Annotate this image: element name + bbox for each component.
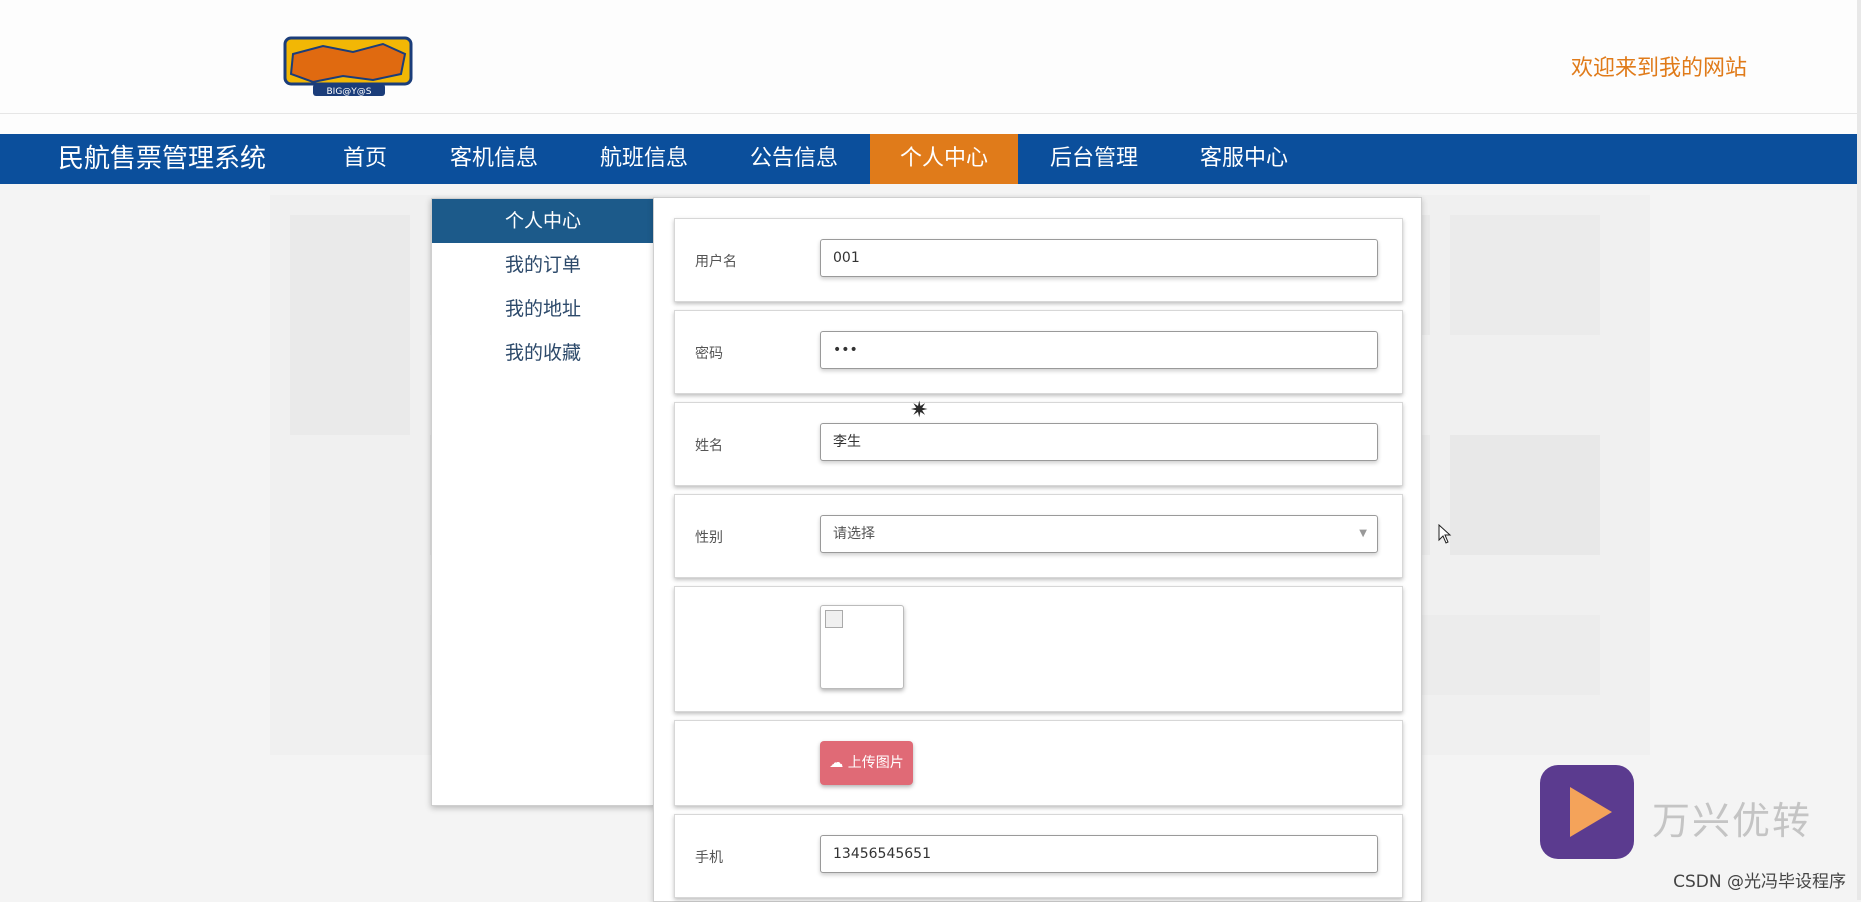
nav-item-aircraft-info[interactable]: 客机信息 <box>420 134 568 184</box>
name-label: 姓名 <box>695 438 723 454</box>
broken-image-icon <box>825 610 843 628</box>
chevron-down-icon: ▼ <box>1359 528 1367 539</box>
form-row-username: 用户名 001 <box>674 218 1403 302</box>
site-logo[interactable]: BIG@Y@S <box>283 34 413 98</box>
welcome-text: 欢迎来到我的网站 <box>1570 56 1747 81</box>
form-row-gender: 性别 请选择 ▼ <box>674 494 1403 578</box>
avatar-image[interactable] <box>820 605 904 689</box>
csdn-credit: CSDN @光冯毕设程序 <box>1673 872 1846 892</box>
profile-form: 用户名 001 密码 ••• 姓名 李生 性别 请选择 ▼ ☁ 上传图片 手机 … <box>653 197 1422 902</box>
username-input[interactable]: 001 <box>820 239 1378 277</box>
watermark-text: 万兴优转 <box>1652 799 1813 843</box>
nav-item-home[interactable]: 首页 <box>312 134 418 184</box>
mouse-cursor-icon <box>1438 524 1452 544</box>
watermark-logo <box>1540 765 1634 859</box>
nav-item-flight-info[interactable]: 航班信息 <box>570 134 718 184</box>
nav-item-admin[interactable]: 后台管理 <box>1020 134 1168 184</box>
gender-select[interactable]: 请选择 ▼ <box>820 515 1378 553</box>
nav-item-personal-center[interactable]: 个人中心 <box>870 134 1018 184</box>
gender-label: 性别 <box>695 530 723 546</box>
nav-menu: 首页 客机信息 航班信息 公告信息 个人中心 后台管理 客服中心 <box>312 134 1320 184</box>
nav-item-announcements[interactable]: 公告信息 <box>720 134 868 184</box>
phone-input[interactable]: 13456545651 <box>820 835 1378 873</box>
header-divider <box>0 113 1861 114</box>
upload-button-label: 上传图片 <box>847 755 904 771</box>
brand-title[interactable]: 民航售票管理系统 <box>58 134 266 184</box>
logo-text: BIG@Y@S <box>326 87 371 97</box>
nav-item-customer-service[interactable]: 客服中心 <box>1170 134 1318 184</box>
sidebar-menu: 个人中心 我的订单 我的地址 我的收藏 <box>431 198 655 806</box>
gender-select-placeholder: 请选择 <box>833 526 875 542</box>
password-input[interactable]: ••• <box>820 331 1378 369</box>
play-icon <box>1570 787 1612 837</box>
sidebar-item-my-favorites[interactable]: 我的收藏 <box>432 331 654 375</box>
password-label: 密码 <box>695 346 723 362</box>
main-navbar: 民航售票管理系统 首页 客机信息 航班信息 公告信息 个人中心 后台管理 客服中… <box>0 134 1861 184</box>
form-row-password: 密码 ••• <box>674 310 1403 394</box>
scrollbar[interactable] <box>1857 0 1861 900</box>
cloud-upload-icon: ☁ <box>829 755 844 771</box>
sidebar-item-my-orders[interactable]: 我的订单 <box>432 243 654 287</box>
sidebar-item-my-addresses[interactable]: 我的地址 <box>432 287 654 331</box>
upload-image-button[interactable]: ☁ 上传图片 <box>820 741 913 785</box>
form-row-avatar <box>674 586 1403 712</box>
loading-spinner-icon: ✷ <box>910 398 929 423</box>
phone-label: 手机 <box>695 850 723 866</box>
form-row-upload: ☁ 上传图片 <box>674 720 1403 806</box>
username-label: 用户名 <box>695 254 737 270</box>
form-row-phone: 手机 13456545651 <box>674 814 1403 898</box>
form-row-name: 姓名 李生 <box>674 402 1403 486</box>
name-input[interactable]: 李生 <box>820 423 1378 461</box>
sidebar-item-personal-center[interactable]: 个人中心 <box>432 199 654 243</box>
